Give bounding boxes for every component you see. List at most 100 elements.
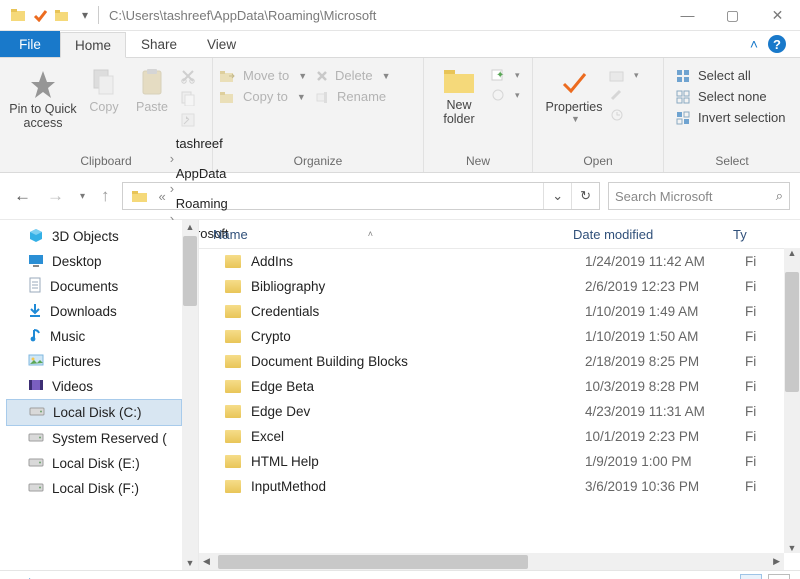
list-item[interactable]: Excel 10/1/2019 2:23 PM Fi bbox=[199, 424, 800, 449]
nav-pictures[interactable]: Pictures bbox=[6, 349, 198, 374]
nav-back-button[interactable]: ← bbox=[10, 186, 35, 206]
item-name: Edge Dev bbox=[251, 404, 310, 419]
list-scrollbar-h[interactable]: ◀▶ bbox=[199, 553, 784, 570]
refresh-button[interactable]: ↻ bbox=[571, 183, 599, 209]
nav-recent-button[interactable]: ▾ bbox=[76, 191, 89, 202]
clipboard-small bbox=[176, 62, 196, 128]
paste-label: Paste bbox=[136, 100, 168, 114]
nav-local-disk-c-[interactable]: Local Disk (C:) bbox=[6, 399, 182, 426]
copy-to-button[interactable]: Copy to▼ bbox=[219, 89, 315, 104]
nav-music[interactable]: Music bbox=[6, 324, 198, 349]
delete-button[interactable]: Delete▼ bbox=[315, 68, 411, 83]
tab-view[interactable]: View bbox=[192, 31, 251, 57]
desktop-icon bbox=[28, 253, 44, 270]
copy-button[interactable]: Copy bbox=[80, 62, 128, 114]
titlebar: ▾ C:\Users\tashreef\AppData\Roaming\Micr… bbox=[0, 0, 800, 31]
nav-system-reserved-[interactable]: System Reserved ( bbox=[6, 426, 198, 451]
address-bar[interactable]: « tashreef›AppData›Roaming›Microsoft› ⌄ … bbox=[122, 182, 600, 210]
select-none-button[interactable]: Select none bbox=[676, 89, 785, 104]
collapse-ribbon-icon[interactable]: ˄ bbox=[750, 36, 758, 52]
nav-label: Documents bbox=[50, 279, 118, 294]
group-organize: Move to▼ Copy to▼ Delete▼ Rename Organiz… bbox=[213, 58, 424, 172]
crumb-sep[interactable]: › bbox=[168, 181, 176, 196]
list-item[interactable]: InputMethod 3/6/2019 10:36 PM Fi bbox=[199, 474, 800, 499]
vid-icon bbox=[28, 378, 44, 395]
ribbon-tabs: File Home Share View ˄ ? bbox=[0, 31, 800, 57]
edit-button[interactable] bbox=[609, 88, 645, 102]
search-box[interactable]: Search Microsoft ⌕ bbox=[608, 182, 790, 210]
qa-newfolder-icon[interactable] bbox=[54, 7, 70, 23]
crumb-sep[interactable]: › bbox=[168, 151, 176, 166]
item-date: 10/3/2019 8:28 PM bbox=[585, 379, 745, 394]
tab-home[interactable]: Home bbox=[60, 32, 126, 58]
crumb-appdata[interactable]: AppData bbox=[168, 166, 237, 181]
item-name: HTML Help bbox=[251, 454, 319, 469]
folder-icon bbox=[225, 455, 241, 468]
column-name[interactable]: Name ˄ bbox=[199, 227, 573, 242]
crumb-overflow[interactable]: « bbox=[157, 189, 168, 204]
address-history-button[interactable]: ⌄ bbox=[543, 183, 571, 209]
invert-selection-button[interactable]: Invert selection bbox=[676, 110, 785, 125]
qat-customize-icon[interactable]: ▾ bbox=[76, 8, 94, 22]
select-all-button[interactable]: Select all bbox=[676, 68, 785, 83]
details-view-button[interactable] bbox=[740, 574, 762, 579]
qa-properties-icon[interactable] bbox=[32, 7, 48, 23]
tab-share[interactable]: Share bbox=[126, 31, 192, 57]
rename-button[interactable]: Rename bbox=[315, 89, 411, 104]
col-date-label: Date modified bbox=[573, 227, 653, 242]
nav-local-disk-f-[interactable]: Local Disk (F:) bbox=[6, 476, 198, 501]
move-to-button[interactable]: Move to▼ bbox=[219, 68, 315, 83]
list-item[interactable]: Credentials 1/10/2019 1:49 AM Fi bbox=[199, 299, 800, 324]
tab-file[interactable]: File bbox=[0, 31, 60, 57]
list-scrollbar-v[interactable]: ▲▼ bbox=[784, 248, 800, 553]
doc-icon bbox=[28, 277, 42, 296]
paste-shortcut-button[interactable] bbox=[180, 112, 196, 128]
search-icon: ⌕ bbox=[776, 188, 783, 204]
column-type[interactable]: Ty bbox=[733, 227, 800, 242]
nav-desktop[interactable]: Desktop bbox=[6, 249, 198, 274]
nav-forward-button[interactable]: → bbox=[43, 186, 68, 206]
group-new-label: New bbox=[430, 152, 526, 172]
column-date[interactable]: Date modified bbox=[573, 227, 733, 242]
new-item-button[interactable]: ✦▾ bbox=[490, 68, 520, 82]
list-item[interactable]: HTML Help 1/9/2019 1:00 PM Fi bbox=[199, 449, 800, 474]
nav-local-disk-e-[interactable]: Local Disk (E:) bbox=[6, 451, 198, 476]
list-item[interactable]: Bibliography 2/6/2019 12:23 PM Fi bbox=[199, 274, 800, 299]
crumb-tashreef[interactable]: tashreef bbox=[168, 136, 237, 151]
nav-3d-objects[interactable]: 3D Objects bbox=[6, 224, 198, 249]
new-folder-button[interactable]: New folder bbox=[430, 62, 488, 126]
status-bar: 31 items bbox=[0, 570, 800, 579]
list-item[interactable]: Crypto 1/10/2019 1:50 AM Fi bbox=[199, 324, 800, 349]
address-bar-row: ← → ▾ ↑ « tashreef›AppData›Roaming›Micro… bbox=[10, 180, 790, 212]
history-button[interactable] bbox=[609, 108, 645, 122]
app-icon bbox=[10, 7, 26, 23]
nav-downloads[interactable]: Downloads bbox=[6, 299, 198, 324]
easy-access-button[interactable]: ▾ bbox=[490, 88, 520, 102]
nav-documents[interactable]: Documents bbox=[6, 274, 198, 299]
crumb-roaming[interactable]: Roaming bbox=[168, 196, 237, 211]
item-date: 1/10/2019 1:50 AM bbox=[585, 329, 745, 344]
nav-scrollbar[interactable]: ▲ ▼ bbox=[182, 220, 198, 570]
copy-path-button[interactable] bbox=[180, 90, 196, 106]
item-name: Crypto bbox=[251, 329, 291, 344]
maximize-button[interactable]: ▢ bbox=[710, 0, 755, 30]
file-list: Name ˄ Date modified Ty AddIns 1/24/2019… bbox=[199, 220, 800, 570]
open-button[interactable]: ▾ bbox=[609, 68, 645, 82]
nav-up-button[interactable]: ↑ bbox=[97, 186, 114, 206]
column-headers: Name ˄ Date modified Ty bbox=[199, 220, 800, 249]
pin-quick-access-button[interactable]: Pin to Quick access bbox=[6, 62, 80, 130]
list-item[interactable]: Edge Dev 4/23/2019 11:31 AM Fi bbox=[199, 399, 800, 424]
icons-view-button[interactable] bbox=[768, 574, 790, 579]
minimize-button[interactable]: — bbox=[665, 0, 710, 30]
list-item[interactable]: AddIns 1/24/2019 11:42 AM Fi bbox=[199, 249, 800, 274]
paste-button[interactable]: Paste bbox=[128, 62, 176, 114]
properties-button[interactable]: Properties ▼ bbox=[539, 62, 609, 124]
close-button[interactable]: ✕ bbox=[755, 0, 800, 30]
cut-button[interactable] bbox=[180, 68, 196, 84]
list-item[interactable]: Document Building Blocks 2/18/2019 8:25 … bbox=[199, 349, 800, 374]
help-icon[interactable]: ? bbox=[768, 35, 786, 53]
nav-videos[interactable]: Videos bbox=[6, 374, 198, 399]
copy-label: Copy bbox=[89, 100, 118, 114]
list-item[interactable]: Edge Beta 10/3/2019 8:28 PM Fi bbox=[199, 374, 800, 399]
group-open: Properties ▼ ▾ Open bbox=[533, 58, 664, 172]
